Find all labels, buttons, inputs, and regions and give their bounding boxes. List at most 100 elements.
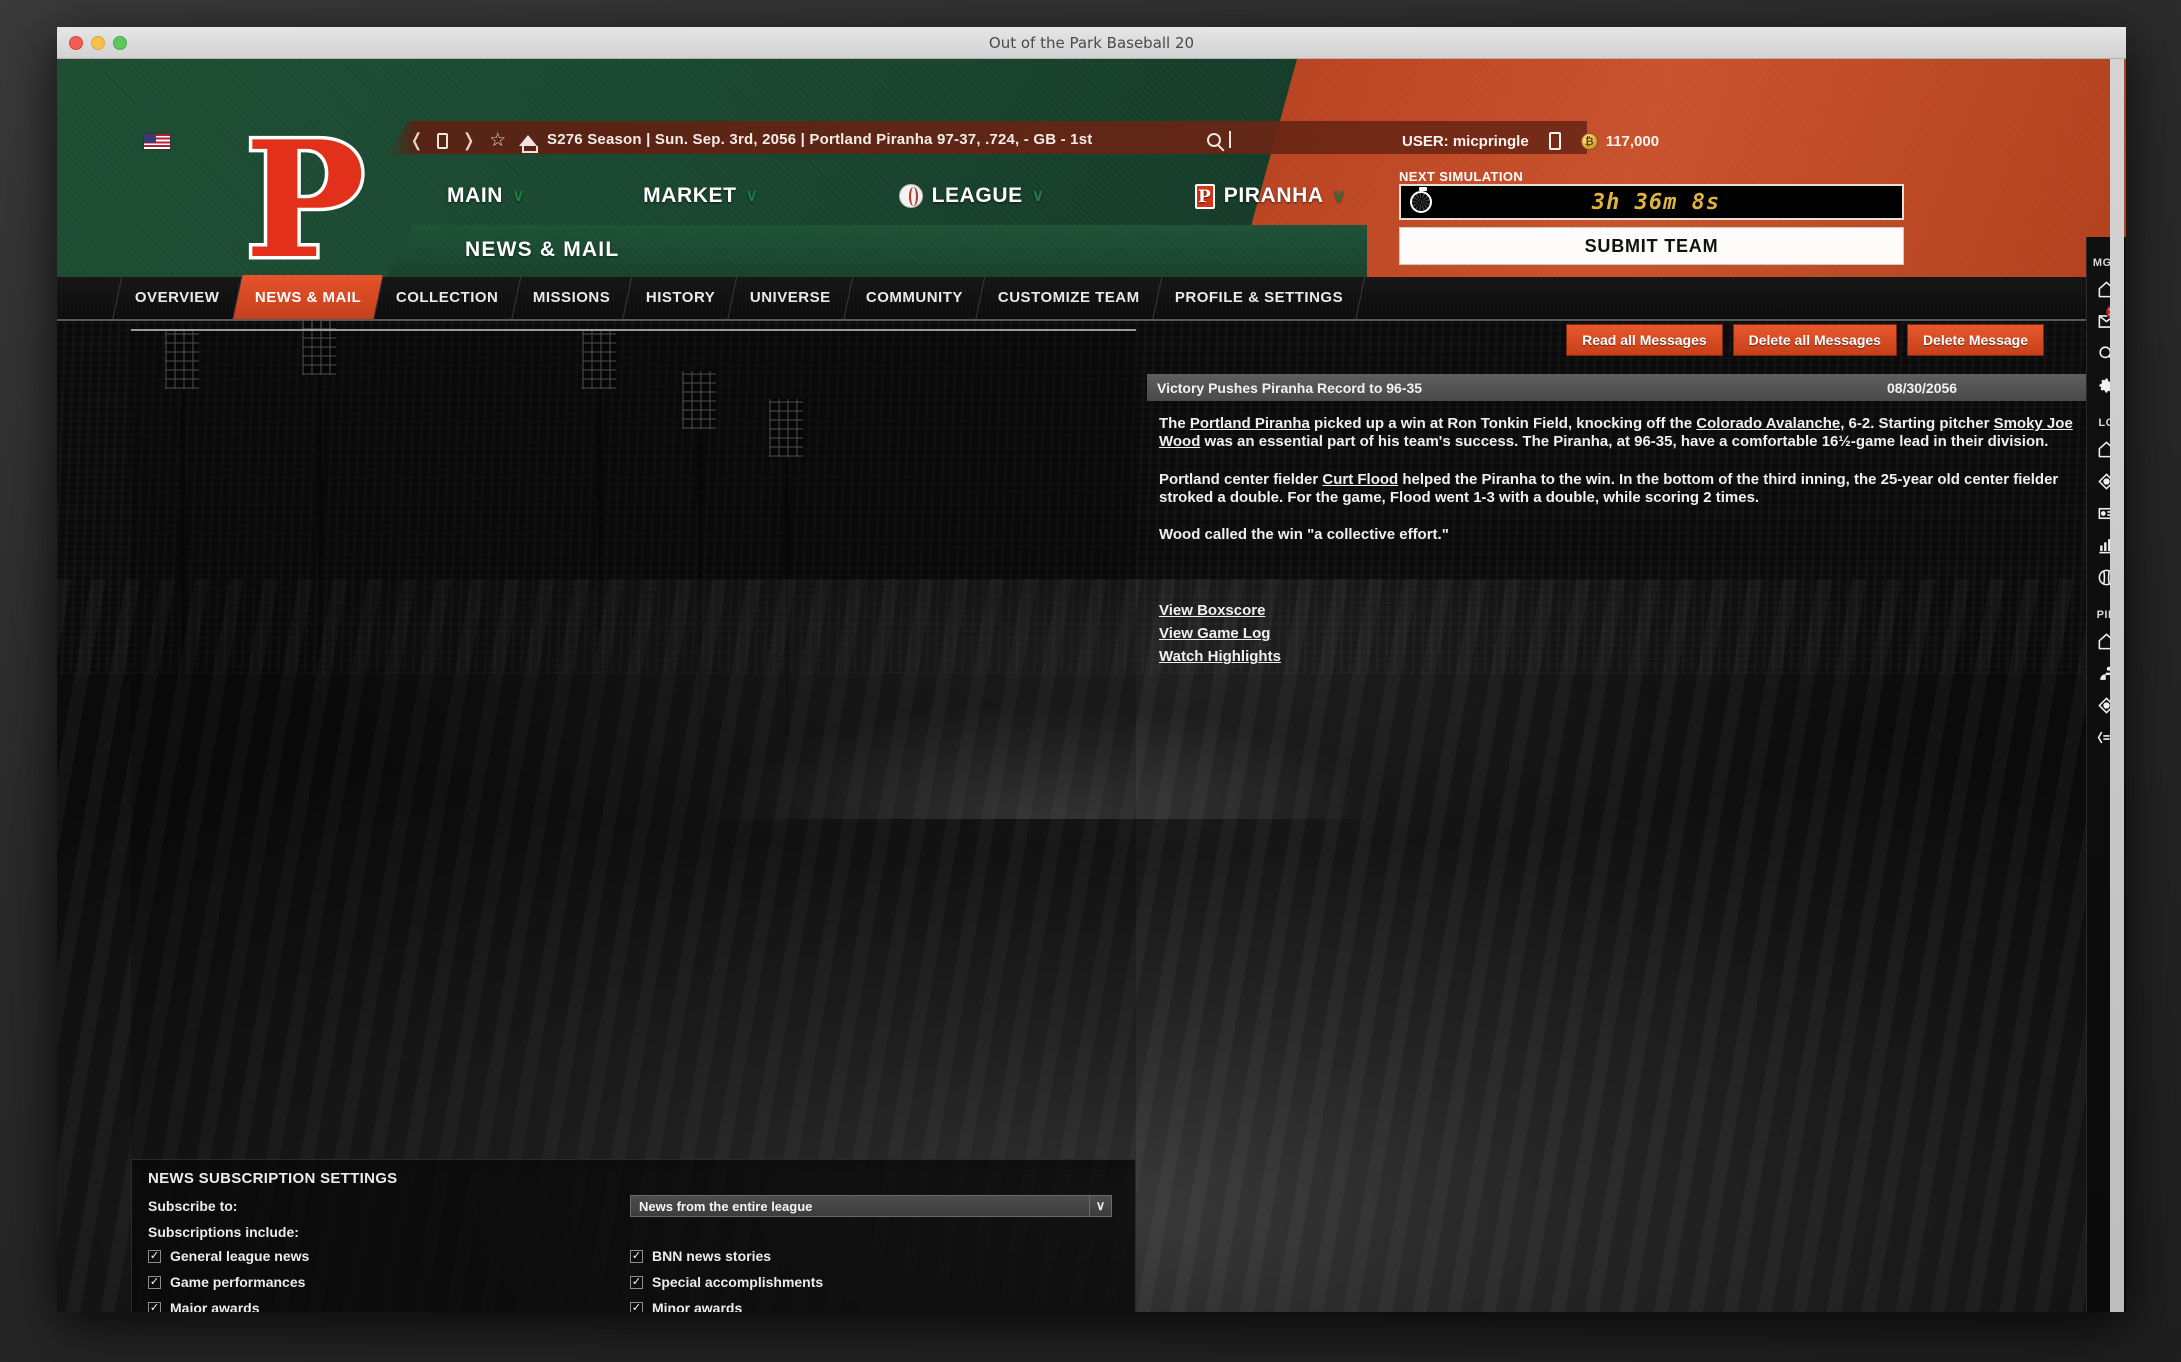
subscribe-to-dropdown[interactable]: News from the entire league ∨ [630,1195,1112,1217]
checkbox-special-accomplishments[interactable]: ✓ [630,1275,643,1289]
page-icon[interactable] [437,132,449,149]
nav-label: MARKET [643,184,737,207]
piranha-logo-icon: P [1194,183,1215,209]
checkbox-label: Major awards [170,1300,260,1312]
tab-missions[interactable]: MISSIONS [511,275,634,319]
checkbox-row[interactable]: ✓ BNN news stories [630,1248,1112,1264]
checkbox-row[interactable]: ✓ Special accomplishments [630,1274,1112,1290]
main-navigation[interactable]: MAIN ∨ MARKET ∨ LEAGUE ∨ P PIRANHA ∨ [447,167,1402,225]
home-icon[interactable] [519,135,539,153]
team-logo[interactable]: P [235,117,375,284]
checkbox-bnn-news-stories[interactable]: ✓ [630,1249,643,1263]
nav-item-league[interactable]: LEAGUE ∨ [898,184,1195,208]
delete-all-messages-button[interactable]: Delete all Messages [1732,324,1897,356]
article-date: 08/30/2056 [1887,379,1958,396]
forward-arrow-icon[interactable]: ❭ [461,130,476,151]
nav-label: PIRANHA [1223,184,1324,207]
back-arrow-icon[interactable]: ❬ [409,130,424,151]
checkbox-label: Game performances [170,1274,306,1290]
nav-item-main[interactable]: MAIN ∨ [447,184,643,208]
link-curt-flood[interactable]: Curt Flood [1322,471,1398,488]
article-panel: Victory Pushes Piranha Record to 96-35 0… [1147,374,2126,1169]
tab-universe[interactable]: UNIVERSE [728,275,854,319]
maximize-window-button[interactable] [113,36,127,50]
username-label: USER: micpringle [1402,132,1529,150]
submit-team-button[interactable]: SUBMIT TEAM [1399,227,1904,265]
user-info-bar: USER: micpringle 117,000 [1402,132,1659,150]
checkbox-row[interactable]: ✓ General league news [148,1248,630,1264]
checkbox-row[interactable]: ✓ Game performances [148,1274,630,1290]
article-paragraph-2: Portland center fielder Curt Flood helpe… [1159,471,2110,508]
tab-overview[interactable]: OVERVIEW [112,275,243,319]
window-scroll-edge[interactable] [2110,59,2124,1312]
tab-profile-and-settings[interactable]: PROFILE & SETTINGS [1152,275,1366,319]
stopwatch-icon [1410,187,1432,213]
view-game-log-link[interactable]: View Game Log [1159,625,2110,642]
chevron-down-icon[interactable]: ∨ [1089,1196,1111,1216]
search-input[interactable] [1207,131,1231,148]
checkbox-general-league-news[interactable]: ✓ [148,1249,161,1263]
tab-label: CUSTOMIZE TEAM [997,288,1140,306]
tab-label: HISTORY [645,288,716,306]
close-window-button[interactable] [69,36,83,50]
tab-label: NEWS & MAIL [254,288,361,306]
history-nav-controls[interactable]: ❬ ❭ ☆ [409,129,539,153]
checkbox-row[interactable]: ✓ Major awards [148,1300,630,1312]
simulation-countdown: 3h 36m 8s [1591,189,1721,215]
favorite-star-icon[interactable]: ☆ [489,129,506,152]
text-run: picked up a win at Ron Tonkin Field, kno… [1309,415,1697,432]
tab-label: COLLECTION [395,288,499,306]
message-toolbar[interactable]: Read all Messages Delete all Messages De… [1566,324,2044,356]
window-controls[interactable] [69,36,127,50]
article-paragraph-3: Wood called the win "a collective effort… [1159,526,1449,544]
read-all-messages-button[interactable]: Read all Messages [1566,324,1723,356]
tab-label: MISSIONS [533,288,611,306]
tab-customize-team[interactable]: CUSTOMIZE TEAM [976,275,1163,319]
tab-label: OVERVIEW [135,288,220,306]
subscription-column-left: ✓ General league news ✓ Game performance… [148,1248,630,1312]
checkbox-major-awards[interactable]: ✓ [148,1301,161,1312]
checkbox-row[interactable]: ✓ Minor awards [630,1300,1112,1312]
text-run: Portland center fielder [1159,470,1323,488]
window-titlebar: Out of the Park Baseball 20 [57,27,2126,59]
tab-label: PROFILE & SETTINGS [1174,288,1343,306]
text-run: was an essential part of his team's succ… [1200,433,2049,451]
link-portland-piranha[interactable]: Portland Piranha [1190,415,1310,432]
tab-label: COMMUNITY [865,288,963,306]
news-subscription-settings-panel: NEWS SUBSCRIPTION SETTINGS Subscribe to:… [131,1159,1136,1312]
checkbox-label: Minor awards [652,1300,743,1312]
tab-news-and-mail[interactable]: NEWS & MAIL [232,275,384,319]
checkbox-label: General league news [170,1248,310,1264]
checkbox-game-performances[interactable]: ✓ [148,1275,161,1289]
article-link-list[interactable]: View Boxscore View Game Log Watch Highli… [1159,602,2110,665]
subscription-panel-title: NEWS SUBSCRIPTION SETTINGS [148,1170,398,1187]
minimize-window-button[interactable] [91,36,105,50]
tab-bar[interactable]: OVERVIEW NEWS & MAIL COLLECTION MISSIONS… [57,275,2126,321]
tab-history[interactable]: HISTORY [624,275,738,319]
text-cursor [1229,131,1231,148]
breadcrumb: S276 Season | Sun. Sep. 3rd, 2056 | Port… [547,131,1093,148]
subscribe-to-value: News from the entire league [639,1198,813,1214]
mobile-device-icon[interactable] [1548,132,1561,150]
article-paragraph-1: The Portland Piranha picked up a win at … [1159,415,2110,452]
game-viewport: P ❬ ❭ ☆ S276 Season | Sun. Sep. 3rd, 205… [57,59,2126,1312]
tab-community[interactable]: COMMUNITY [844,275,986,319]
delete-message-button[interactable]: Delete Message [1906,324,2044,356]
view-boxscore-link[interactable]: View Boxscore [1159,602,2110,619]
application-window: Out of the Park Baseball 20 P ❬ ❭ ☆ S276… [57,27,2126,1312]
tab-collection[interactable]: COLLECTION [374,275,522,319]
message-list[interactable] [131,329,1136,1169]
coin-icon [1580,132,1598,150]
subscription-column-right: ✓ BNN news stories ✓ Special accomplishm… [630,1248,1112,1312]
nav-item-piranha[interactable]: P PIRANHA ∨ [1194,183,1402,209]
checkbox-label: Special accomplishments [652,1274,824,1290]
next-simulation-clock: 3h 36m 8s [1399,184,1904,220]
link-colorado-avalanche[interactable]: Colorado Avalanche, [1696,415,1844,432]
nav-item-market[interactable]: MARKET ∨ [643,184,898,208]
search-icon [1207,132,1221,147]
text-run: 6-2. Starting pitcher [1844,415,1994,432]
usa-flag-icon [143,133,171,150]
checkbox-minor-awards[interactable]: ✓ [630,1301,643,1312]
app-header: P ❬ ❭ ☆ S276 Season | Sun. Sep. 3rd, 205… [57,59,2126,284]
watch-highlights-link[interactable]: Watch Highlights [1159,648,2110,665]
